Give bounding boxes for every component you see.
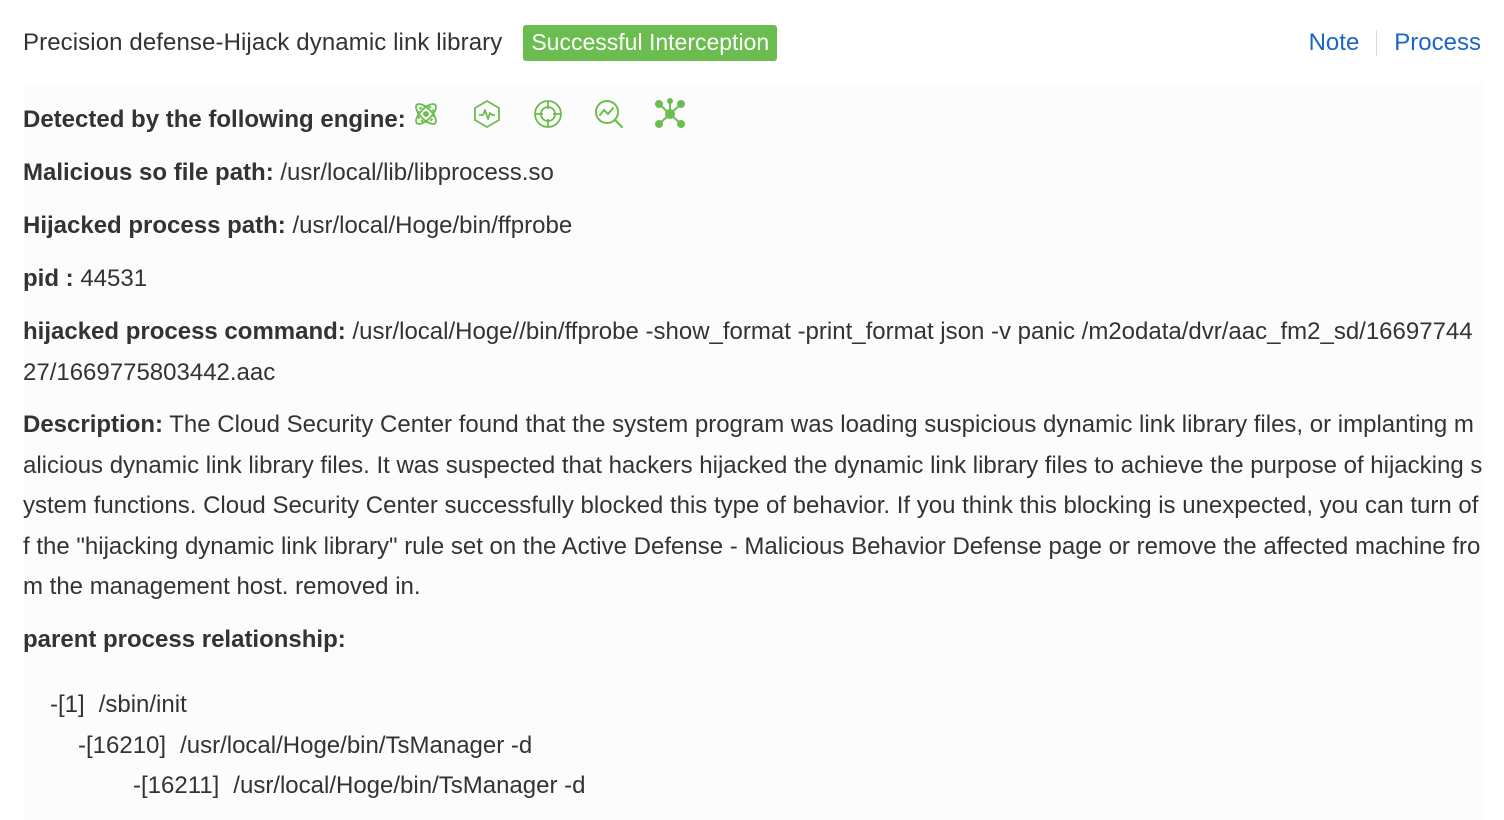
process-tree-path: /sbin/init — [98, 691, 187, 718]
note-link[interactable]: Note — [1309, 29, 1360, 57]
engine-label: Detected by the following engine: — [23, 106, 406, 133]
hijacked-path-value: /usr/local/Hoge/bin/ffprobe — [292, 212, 573, 239]
process-tree-path: /usr/local/Hoge/bin/TsManager -d — [180, 732, 533, 759]
description-label: Description: — [23, 411, 164, 438]
action-divider — [1376, 30, 1378, 56]
alert-content: Detected by the following engine: Malici… — [23, 84, 1484, 820]
header-actions: Note Process — [1309, 29, 1481, 57]
pid-value: 44531 — [80, 265, 148, 292]
alert-detail-panel: Precision defense-Hijack dynamic link li… — [0, 0, 1504, 820]
magnify-trend-engine-icon[interactable] — [593, 98, 625, 130]
process-tree-path: /usr/local/Hoge/bin/TsManager -d — [233, 772, 586, 799]
hexagon-pulse-engine-icon[interactable] — [471, 98, 503, 130]
command-label: hijacked process command: — [23, 318, 346, 345]
atom-engine-icon[interactable] — [410, 98, 442, 130]
parent-process-label: parent process relationship: — [23, 626, 346, 653]
hijacked-path-label: Hijacked process path: — [23, 212, 286, 239]
malicious-so-row: Malicious so file path: /usr/local/lib/l… — [23, 153, 1484, 194]
hijacked-path-row: Hijacked process path: /usr/local/Hoge/b… — [23, 206, 1484, 247]
process-tree-node: -[16210] /usr/local/Hoge/bin/TsManager -d — [78, 726, 532, 767]
command-row: hijacked process command: /usr/local/Hog… — [23, 312, 1484, 393]
process-tree-node: -[16211] /usr/local/Hoge/bin/TsManager -d — [133, 766, 585, 807]
pid-row: pid : 44531 — [23, 259, 1484, 300]
description-value: The Cloud Security Center found that the… — [23, 411, 1483, 600]
network-engine-icon[interactable] — [654, 98, 686, 130]
process-link[interactable]: Process — [1394, 29, 1481, 57]
process-tree-node: -[1] /sbin/init — [50, 685, 187, 726]
engine-row: Detected by the following engine: — [23, 98, 1484, 141]
status-badge: Successful Interception — [523, 25, 778, 61]
malicious-so-label: Malicious so file path: — [23, 159, 274, 186]
process-tree-pid: -[16211] — [133, 772, 220, 799]
crosshair-engine-icon[interactable] — [532, 98, 564, 130]
description-row: Description: The Cloud Security Center f… — [23, 405, 1484, 608]
process-tree-pid: -[1] — [50, 691, 85, 718]
pid-label: pid : — [23, 265, 74, 292]
alert-title: Precision defense-Hijack dynamic link li… — [23, 29, 503, 56]
parent-process-row: parent process relationship: — [23, 620, 1484, 661]
engine-icon-list — [410, 98, 715, 130]
alert-header: Precision defense-Hijack dynamic link li… — [23, 24, 1481, 62]
process-tree-pid: -[16210] — [78, 732, 167, 759]
malicious-so-value: /usr/local/lib/libprocess.so — [280, 159, 554, 186]
